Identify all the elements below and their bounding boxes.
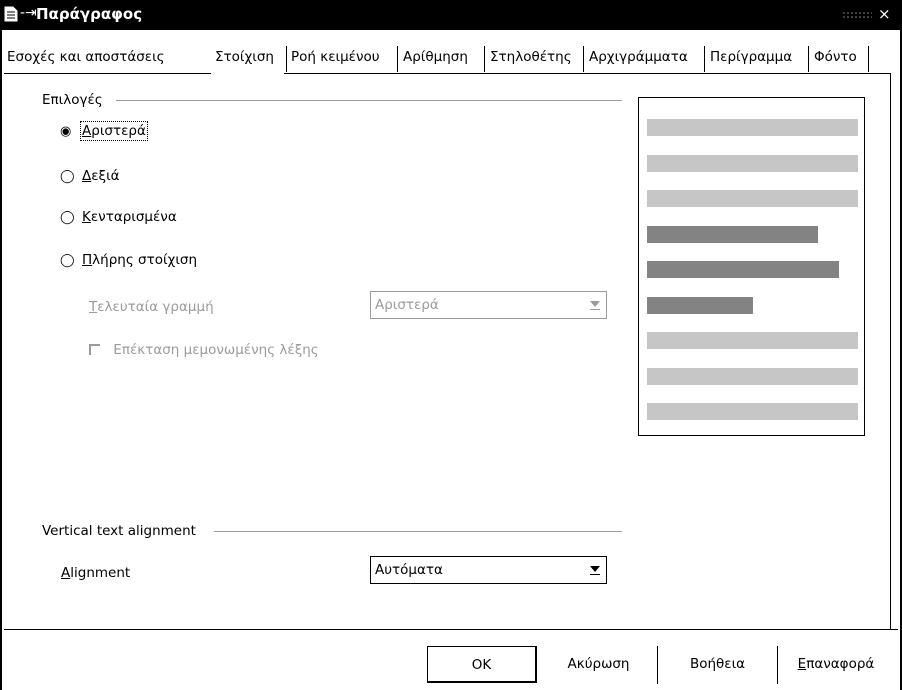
tab-divider <box>704 46 705 72</box>
preview-line <box>647 190 858 207</box>
ok-button[interactable]: OK <box>427 646 537 683</box>
last-line-label: Τελευταία γραμμή <box>89 299 214 315</box>
options-divider <box>116 100 622 101</box>
preview-line <box>647 155 858 172</box>
help-button[interactable]: Βοήθεια <box>660 646 775 683</box>
tab-alignment[interactable]: Στοίχιση <box>212 44 277 70</box>
chevron-down-icon <box>590 566 600 572</box>
radio-label-right: Δεξιά <box>82 168 120 184</box>
tab-numbering[interactable]: Αρίθμηση <box>400 44 471 70</box>
tab-panel-border <box>4 73 211 74</box>
reset-button[interactable]: Επαναφορά <box>780 646 892 683</box>
expand-word-checkbox[interactable]: Επέκταση μεμονωμένης λέξης <box>89 342 319 358</box>
radio-center[interactable]: ◯ Κενταρισμένα <box>60 209 177 229</box>
radio-left[interactable]: ◉ Αριστερά <box>60 121 148 143</box>
preview-line <box>647 261 839 278</box>
tab-panel-border <box>284 73 890 74</box>
last-line-select[interactable]: Αριστερά <box>370 291 607 319</box>
chevron-down-icon <box>590 301 600 307</box>
paragraph-arrow-icon: -⇥ <box>20 5 37 21</box>
tab-divider <box>397 46 398 72</box>
button-divider <box>777 646 778 684</box>
alignment-preview <box>638 97 865 436</box>
radio-unchecked-icon: ◯ <box>60 169 75 184</box>
window-title: Παράγραφος <box>36 5 143 23</box>
preview-line <box>647 226 818 243</box>
tab-divider <box>583 46 584 72</box>
tab-panel-border <box>890 73 891 629</box>
button-divider <box>657 646 658 684</box>
radio-checked-icon: ◉ <box>60 124 72 139</box>
preview-line <box>647 119 858 136</box>
tab-text-flow[interactable]: Ροή κειμένου <box>288 44 383 70</box>
radio-unchecked-icon: ◯ <box>60 253 75 268</box>
expand-word-label: Επέκταση μεμονωμένης λέξης <box>113 342 319 358</box>
checkbox-icon <box>89 344 100 355</box>
radio-justified[interactable]: ◯ Πλήρης στοίχιση <box>60 252 197 272</box>
vertical-alignment-select[interactable]: Αυτόματα <box>370 556 607 584</box>
title-bar: -⇥ Παράγραφος × <box>0 0 902 30</box>
tab-indents-spacing[interactable]: Εσοχές και αποστάσεις <box>4 44 168 70</box>
vertical-alignment-heading: Vertical text alignment <box>42 523 196 539</box>
tab-divider <box>808 46 809 72</box>
vertical-alignment-value: Αυτόματα <box>375 562 443 578</box>
document-icon <box>4 6 18 22</box>
last-line-value: Αριστερά <box>375 297 439 313</box>
tab-tabs[interactable]: Στηλοθέτης <box>487 44 575 70</box>
tab-divider <box>286 46 287 72</box>
button-bar-divider <box>4 629 898 630</box>
tab-divider <box>484 46 485 72</box>
tab-drop-caps[interactable]: Αρχιγράμματα <box>586 44 691 70</box>
preview-line <box>647 332 858 349</box>
preview-line <box>647 297 753 314</box>
radio-label-justified: Πλήρης στοίχιση <box>82 252 198 268</box>
title-grip <box>842 11 872 19</box>
cancel-button[interactable]: Ακύρωση <box>540 646 657 683</box>
dropdown-underline <box>590 574 600 575</box>
window-border-left <box>0 30 2 690</box>
tab-divider <box>868 46 869 72</box>
alignment-label: Alignment <box>61 565 131 581</box>
radio-label-center: Κενταρισμένα <box>82 209 177 225</box>
preview-line <box>647 403 858 420</box>
radio-right[interactable]: ◯ Δεξιά <box>60 168 120 188</box>
dropdown-underline <box>590 309 600 310</box>
tab-borders[interactable]: Περίγραμμα <box>707 44 795 70</box>
options-heading: Επιλογές <box>42 92 103 108</box>
radio-unchecked-icon: ◯ <box>60 210 75 225</box>
radio-label-left: Αριστερά <box>80 121 148 141</box>
close-icon[interactable]: × <box>878 5 891 23</box>
vertical-alignment-divider <box>214 531 622 532</box>
preview-line <box>647 368 858 385</box>
tab-background[interactable]: Φόντο <box>811 44 860 70</box>
